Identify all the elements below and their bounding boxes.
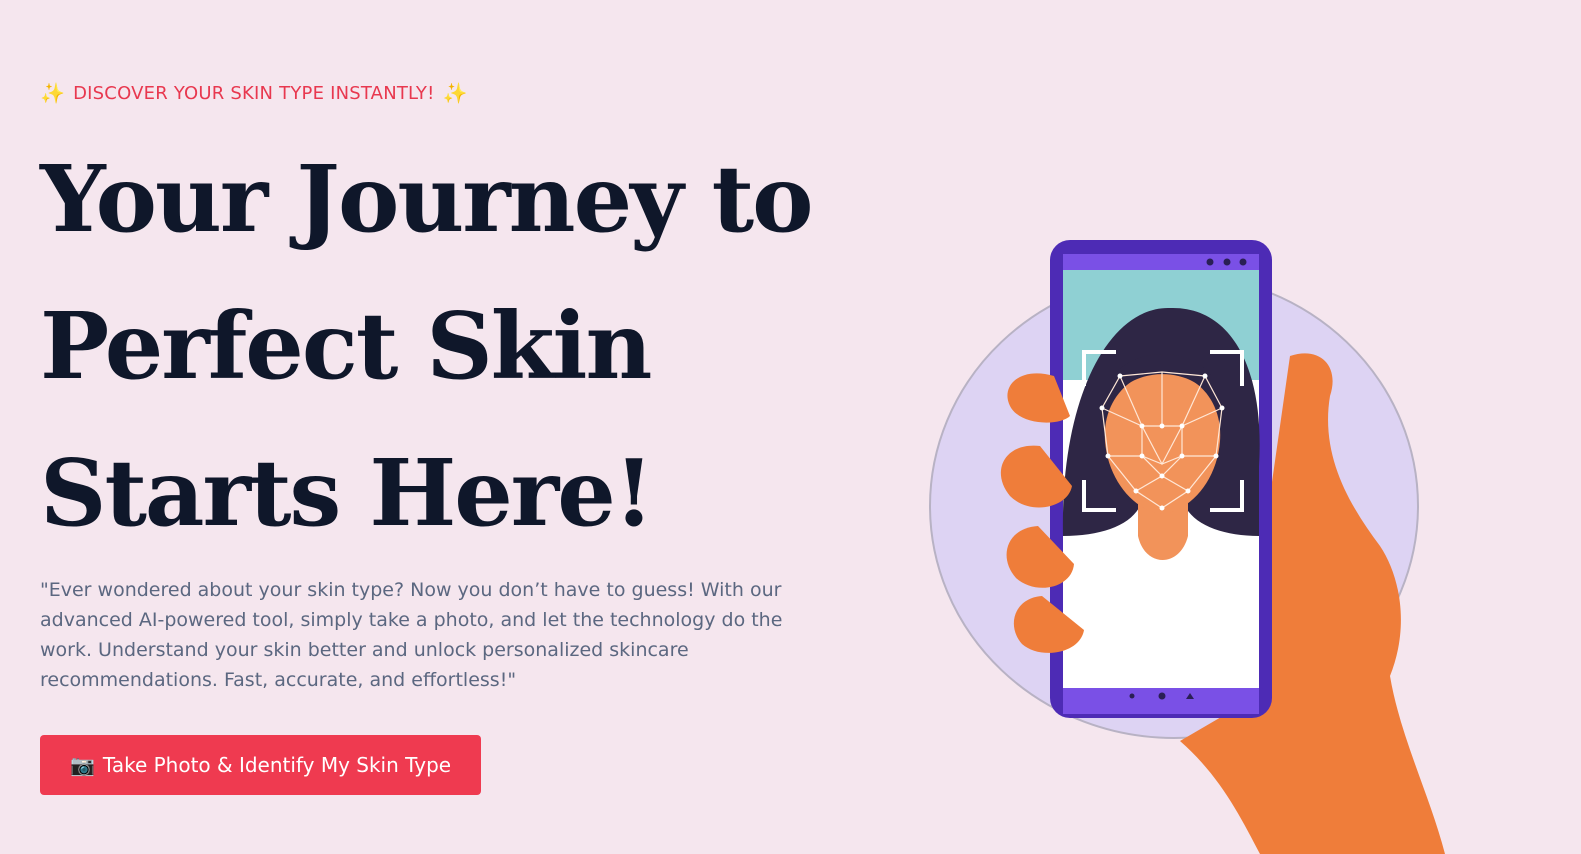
headline-line-1: Your Journey to <box>40 145 813 253</box>
headline-line-3: Starts Here! <box>40 439 654 547</box>
hero-eyebrow: ✨ DISCOVER YOUR SKIN TYPE INSTANTLY! ✨ <box>40 78 800 108</box>
take-photo-button[interactable]: 📷 Take Photo & Identify My Skin Type <box>40 735 482 795</box>
sparkle-icon: ✨ <box>442 81 468 105</box>
hero-description: "Ever wondered about your skin type? Now… <box>40 579 783 691</box>
sparkle-icon: ✨ <box>40 81 66 105</box>
take-photo-button-label: Take Photo & Identify My Skin Type <box>102 753 452 777</box>
page-title: Your Journey to Perfect Skin Starts Here… <box>40 126 813 567</box>
eyebrow-text: DISCOVER YOUR SKIN TYPE INSTANTLY! <box>73 82 435 104</box>
face-scan-illustration <box>929 240 1445 854</box>
camera-icon: 📷 <box>70 753 95 777</box>
headline-line-2: Perfect Skin <box>40 292 652 400</box>
hero-section: ✨ DISCOVER YOUR SKIN TYPE INSTANTLY! ✨ Y… <box>40 78 813 795</box>
